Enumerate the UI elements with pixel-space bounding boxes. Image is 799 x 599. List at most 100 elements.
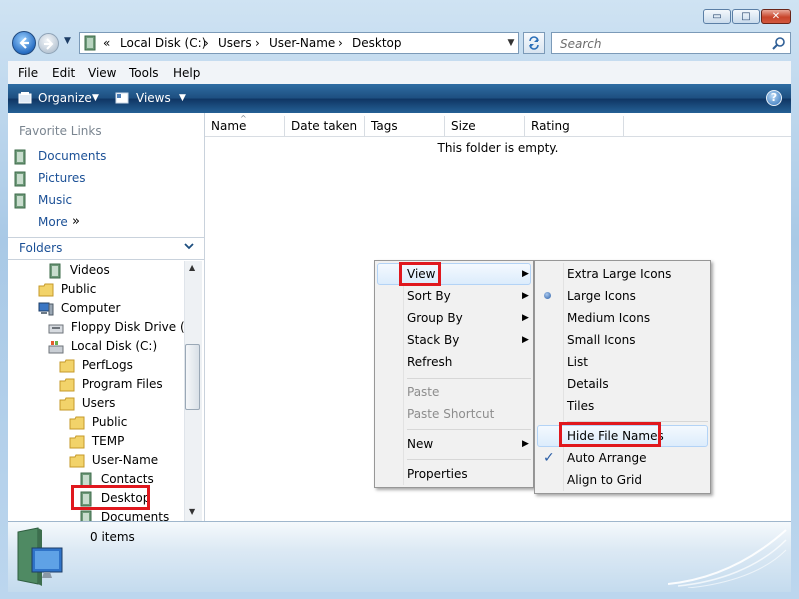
folder-icon [59, 359, 75, 372]
menu-item-refresh[interactable]: Refresh [407, 351, 452, 373]
view-highlight-box [399, 262, 441, 286]
documents-icon [80, 510, 92, 521]
submenu-arrow-icon: ▶ [522, 313, 529, 323]
search-input[interactable] [558, 36, 762, 52]
tree-item-temp[interactable]: TEMP [69, 432, 124, 450]
submenu-item-align-to-grid[interactable]: Align to Grid [567, 469, 642, 491]
column-label: Size [451, 119, 476, 133]
submenu-item-small-icons[interactable]: Small Icons [567, 329, 635, 351]
submenu-item-list[interactable]: List [567, 351, 588, 373]
tree-item-label: Users [81, 396, 116, 410]
favorite-link-documents[interactable]: Documents [14, 147, 194, 167]
breadcrumb-user-name[interactable]: User-Name [269, 36, 335, 50]
chevron-down-icon: ▼ [92, 93, 99, 103]
details-pane: 0 items [8, 521, 791, 592]
column-header-tags[interactable]: Tags [365, 116, 445, 136]
column-header-size[interactable]: Size [445, 116, 525, 136]
context-menu: View ▶ Sort By ▶ Group By ▶ Stack By ▶ R… [374, 260, 534, 488]
help-button[interactable]: ? [766, 90, 782, 106]
breadcrumb-separator[interactable]: › [255, 36, 260, 50]
pictures-icon [14, 171, 26, 187]
recent-pages-dropdown[interactable]: ▼ [64, 36, 76, 50]
breadcrumb-local-disk[interactable]: Local Disk (C:) [120, 36, 206, 50]
minimize-icon: ▭ [712, 11, 722, 22]
menu-item-paste[interactable]: Paste [407, 381, 439, 403]
scrollbar-thumb[interactable] [185, 344, 200, 410]
tree-item-label: Public [91, 415, 128, 429]
help-icon: ? [770, 91, 778, 104]
submenu-item-medium-icons[interactable]: Medium Icons [567, 307, 650, 329]
search-icon[interactable] [772, 36, 786, 50]
tree-item-user-name[interactable]: User-Name [69, 451, 158, 469]
tree-item-floppy-drive[interactable]: Floppy Disk Drive (A:) [48, 318, 201, 336]
folder-icon [69, 435, 85, 448]
forward-button[interactable] [38, 33, 59, 54]
submenu-item-auto-arrange[interactable]: Auto Arrange [567, 447, 647, 469]
tree-item-users[interactable]: Users [59, 394, 115, 412]
favorite-links-more[interactable]: More » [38, 213, 98, 233]
address-history-dropdown[interactable]: ▼ [503, 33, 519, 53]
more-label: More [38, 215, 68, 229]
breadcrumb-separator[interactable]: › [204, 36, 209, 50]
tree-item-public[interactable]: Public [38, 280, 96, 298]
favorite-links-title: Favorite Links [19, 124, 102, 138]
submenu-item-large-icons[interactable]: Large Icons [567, 285, 636, 307]
tree-item-local-disk[interactable]: Local Disk (C:) [48, 337, 157, 355]
submenu-item-details[interactable]: Details [567, 373, 609, 395]
menu-file[interactable]: File [18, 66, 38, 80]
refresh-button[interactable] [523, 32, 545, 54]
back-button[interactable] [12, 31, 36, 55]
menu-item-properties[interactable]: Properties [407, 463, 468, 485]
minimize-button[interactable]: ▭ [703, 9, 731, 24]
views-label: Views [136, 91, 171, 105]
breadcrumb-overflow[interactable]: « [103, 36, 110, 50]
search-box[interactable] [551, 32, 791, 54]
menu-item-sort-by[interactable]: Sort By [407, 285, 451, 307]
scroll-down-icon[interactable]: ▼ [189, 507, 195, 516]
favorite-link-pictures[interactable]: Pictures [14, 169, 194, 189]
submenu-item-tiles[interactable]: Tiles [567, 395, 594, 417]
maximize-icon: □ [741, 11, 751, 22]
folders-header[interactable]: Folders [8, 237, 204, 260]
breadcrumb-users[interactable]: Users [218, 36, 252, 50]
music-icon [14, 193, 26, 209]
menu-item-paste-shortcut[interactable]: Paste Shortcut [407, 403, 494, 425]
tree-item-label: User-Name [91, 453, 159, 467]
breadcrumb-separator[interactable]: › [338, 36, 343, 50]
column-header-name[interactable]: Name ^ [205, 114, 285, 136]
menu-edit[interactable]: Edit [52, 66, 75, 80]
column-header-rating[interactable]: Rating [525, 116, 624, 136]
documents-icon [14, 149, 26, 165]
tree-item-label: Program Files [81, 377, 163, 391]
submenu-arrow-icon: ▶ [522, 439, 529, 449]
scroll-up-icon[interactable]: ▲ [189, 263, 195, 272]
views-button[interactable]: Views ▼ [113, 88, 193, 108]
maximize-button[interactable]: □ [732, 9, 760, 24]
tree-item-computer[interactable]: Computer [38, 299, 120, 317]
organize-button[interactable]: Organize ▼ [16, 88, 106, 108]
column-label: Tags [371, 119, 398, 133]
desktop-folder-large-icon [17, 527, 63, 586]
breadcrumb-desktop[interactable]: Desktop [352, 36, 402, 50]
tree-item-perflogs[interactable]: PerfLogs [59, 356, 133, 374]
folder-icon [69, 416, 85, 429]
tree-item-users-public[interactable]: Public [69, 413, 127, 431]
menu-tools[interactable]: Tools [129, 66, 159, 80]
menu-item-new[interactable]: New [407, 433, 433, 455]
tree-item-videos[interactable]: Videos [49, 261, 110, 279]
chevron-down-icon: ▼ [64, 36, 71, 46]
address-bar[interactable]: « Local Disk (C:) › Users › User-Name › … [79, 32, 519, 54]
menu-help[interactable]: Help [173, 66, 200, 80]
tree-item-label: Documents [100, 510, 170, 521]
menu-view[interactable]: View [88, 66, 116, 80]
close-button[interactable]: ✕ [761, 9, 791, 24]
folder-icon [38, 283, 54, 296]
empty-folder-message: This folder is empty. [437, 141, 559, 155]
tree-item-program-files[interactable]: Program Files [59, 375, 163, 393]
column-header-date-taken[interactable]: Date taken [285, 116, 365, 136]
submenu-item-extra-large-icons[interactable]: Extra Large Icons [567, 263, 671, 285]
menu-item-group-by[interactable]: Group By [407, 307, 463, 329]
favorite-link-music[interactable]: Music [14, 191, 194, 211]
menu-item-stack-by[interactable]: Stack By [407, 329, 459, 351]
computer-icon [38, 302, 54, 315]
